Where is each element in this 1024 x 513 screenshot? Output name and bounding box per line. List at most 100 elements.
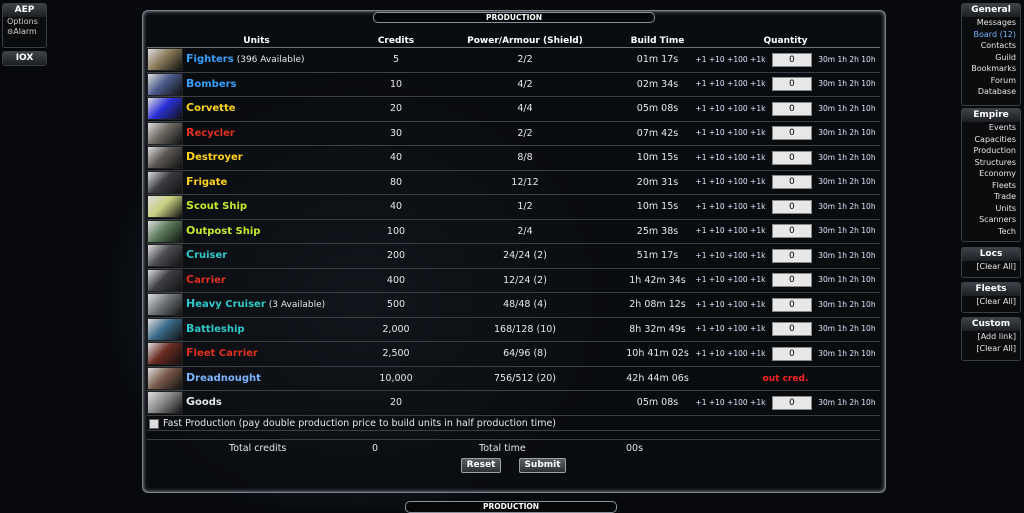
time-shortcut-buttons[interactable]: 30m 1h 2h 10h	[818, 275, 875, 284]
time-shortcut-buttons[interactable]: 30m 1h 2h 10h	[818, 300, 875, 309]
quantity-input[interactable]: 0	[771, 101, 812, 116]
unit-name-link[interactable]: Fighters	[186, 52, 234, 65]
empire-menu-item[interactable]: Fleets	[962, 180, 1020, 192]
time-shortcut-buttons[interactable]: 30m 1h 2h 10h	[818, 128, 875, 137]
build-time-cell: 07m 42s	[624, 121, 691, 146]
quantity-increment-buttons[interactable]: +1 +10 +100 +1k	[695, 55, 765, 64]
quantity-increment-buttons[interactable]: +1 +10 +100 +1k	[695, 104, 765, 113]
fleets-title: Fleets	[962, 283, 1020, 296]
time-shortcut-buttons[interactable]: 30m 1h 2h 10h	[818, 251, 875, 260]
out-of-credits: out cred.	[762, 373, 809, 384]
general-menu-item[interactable]: Board (12)	[962, 29, 1020, 41]
quantity-input[interactable]: 0	[771, 248, 812, 263]
unit-available: (396 Available)	[236, 55, 305, 66]
quantity-input[interactable]: 0	[771, 199, 812, 214]
locs-menu-item[interactable]: [Clear All]	[962, 261, 1020, 273]
unit-name-link[interactable]: Cruiser	[186, 248, 227, 261]
quantity-increment-buttons[interactable]: +1 +10 +100 +1k	[695, 251, 765, 260]
time-shortcut-buttons[interactable]: 30m 1h 2h 10h	[818, 104, 875, 113]
production-bottom-title: PRODUCTION	[405, 501, 617, 513]
empire-menu-item[interactable]: Trade	[962, 191, 1020, 203]
time-shortcut-buttons[interactable]: 30m 1h 2h 10h	[818, 349, 875, 358]
fleets-menu-item[interactable]: [Clear All]	[962, 296, 1020, 308]
time-shortcut-buttons[interactable]: 30m 1h 2h 10h	[818, 398, 875, 407]
time-shortcut-buttons[interactable]: 30m 1h 2h 10h	[818, 55, 875, 64]
empire-menu-item[interactable]: Units	[962, 203, 1020, 215]
quantity-increment-buttons[interactable]: +1 +10 +100 +1k	[695, 349, 765, 358]
custom-menu-item[interactable]: [Clear All]	[962, 343, 1020, 355]
quantity-increment-buttons[interactable]: +1 +10 +100 +1k	[695, 226, 765, 235]
time-shortcut-buttons[interactable]: 30m 1h 2h 10h	[818, 153, 875, 162]
unit-name-link[interactable]: Carrier	[186, 273, 226, 286]
empire-menu-item[interactable]: Structures	[962, 157, 1020, 169]
quantity-input[interactable]: 0	[771, 297, 812, 312]
quantity-input[interactable]: 0	[771, 273, 812, 288]
empire-menu-item[interactable]: Events	[962, 122, 1020, 134]
unit-name-link[interactable]: Goods	[186, 395, 222, 408]
general-menu-item[interactable]: Forum	[962, 75, 1020, 87]
quantity-increment-buttons[interactable]: +1 +10 +100 +1k	[695, 275, 765, 284]
time-shortcut-buttons[interactable]: 30m 1h 2h 10h	[818, 324, 875, 333]
quantity-increment-buttons[interactable]: +1 +10 +100 +1k	[695, 324, 765, 333]
credits-cell: 20	[366, 390, 426, 416]
iox-box[interactable]: IOX	[2, 51, 47, 66]
time-shortcut-buttons[interactable]: 30m 1h 2h 10h	[818, 177, 875, 186]
quantity-input[interactable]: 0	[771, 52, 812, 67]
general-menu-item[interactable]: Database	[962, 86, 1020, 98]
unit-name-link[interactable]: Fleet Carrier	[186, 346, 258, 359]
quantity-increment-buttons[interactable]: +1 +10 +100 +1k	[695, 128, 765, 137]
general-menu-item[interactable]: Contacts	[962, 40, 1020, 52]
unit-thumbnail	[147, 195, 183, 219]
empire-menu-item[interactable]: Economy	[962, 168, 1020, 180]
unit-name-link[interactable]: Bombers	[186, 77, 237, 90]
custom-menu-item[interactable]: [Add link]	[962, 331, 1020, 343]
empire-menu-item[interactable]: Capacities	[962, 134, 1020, 146]
fast-production: Fast Production (pay double production p…	[149, 418, 556, 429]
quantity-increment-buttons[interactable]: +1 +10 +100 +1k	[695, 153, 765, 162]
empire-menu-item[interactable]: Production	[962, 145, 1020, 157]
general-menu-item[interactable]: Guild	[962, 52, 1020, 64]
reset-button[interactable]: Reset	[461, 458, 501, 473]
unit-name-link[interactable]: Scout Ship	[186, 199, 247, 212]
general-menu-item[interactable]: Bookmarks	[962, 63, 1020, 75]
alarm-link[interactable]: ⚙Alarm	[3, 27, 46, 37]
unit-cell: Dreadnought	[147, 366, 366, 391]
quantity-input[interactable]: 0	[771, 224, 812, 239]
general-menu-item[interactable]: Messages	[962, 17, 1020, 29]
unit-name-link[interactable]: Frigate	[186, 175, 227, 188]
unit-name-link[interactable]: Outpost Ship	[186, 224, 260, 237]
unit-name-link[interactable]: Heavy Cruiser	[186, 297, 266, 310]
credits-cell: 30	[366, 121, 426, 146]
quantity-input[interactable]: 0	[771, 175, 812, 190]
build-time-cell: 8h 32m 49s	[624, 317, 691, 342]
unit-name-link[interactable]: Destroyer	[186, 150, 243, 163]
time-shortcut-buttons[interactable]: 30m 1h 2h 10h	[818, 202, 875, 211]
unit-name-link[interactable]: Dreadnought	[186, 371, 261, 384]
quantity-increment-buttons[interactable]: +1 +10 +100 +1k	[695, 177, 765, 186]
table-row: Frigate 80 12/12 20m 31s +1 +10 +100 +1k…	[147, 170, 880, 195]
quantity-input[interactable]: 0	[771, 150, 812, 165]
quantity-increment-buttons[interactable]: +1 +10 +100 +1k	[695, 398, 765, 407]
time-shortcut-buttons[interactable]: 30m 1h 2h 10h	[818, 226, 875, 235]
unit-thumbnail	[147, 342, 183, 366]
quantity-input[interactable]: 0	[771, 395, 812, 410]
unit-cell: Bombers	[147, 72, 366, 97]
quantity-input[interactable]: 0	[771, 322, 812, 337]
unit-name-link[interactable]: Corvette	[186, 101, 236, 114]
submit-button[interactable]: Submit	[519, 458, 566, 473]
empire-menu-item[interactable]: Tech	[962, 226, 1020, 238]
quantity-increment-buttons[interactable]: +1 +10 +100 +1k	[695, 202, 765, 211]
unit-name-link[interactable]: Recycler	[186, 126, 235, 139]
table-row: Fleet Carrier 2,500 64/96 (8) 10h 41m 02…	[147, 341, 880, 367]
fast-production-checkbox[interactable]	[149, 418, 159, 429]
quantity-increment-buttons[interactable]: +1 +10 +100 +1k	[695, 79, 765, 88]
options-link[interactable]: Options	[3, 17, 46, 27]
time-shortcut-buttons[interactable]: 30m 1h 2h 10h	[818, 79, 875, 88]
production-panel: PRODUCTION Units Credits Power/Armour (S…	[142, 10, 886, 493]
unit-name-link[interactable]: Battleship	[186, 322, 245, 335]
quantity-input[interactable]: 0	[771, 346, 812, 361]
quantity-input[interactable]: 0	[771, 126, 812, 141]
empire-menu-item[interactable]: Scanners	[962, 214, 1020, 226]
quantity-increment-buttons[interactable]: +1 +10 +100 +1k	[695, 300, 765, 309]
quantity-input[interactable]: 0	[771, 77, 812, 92]
